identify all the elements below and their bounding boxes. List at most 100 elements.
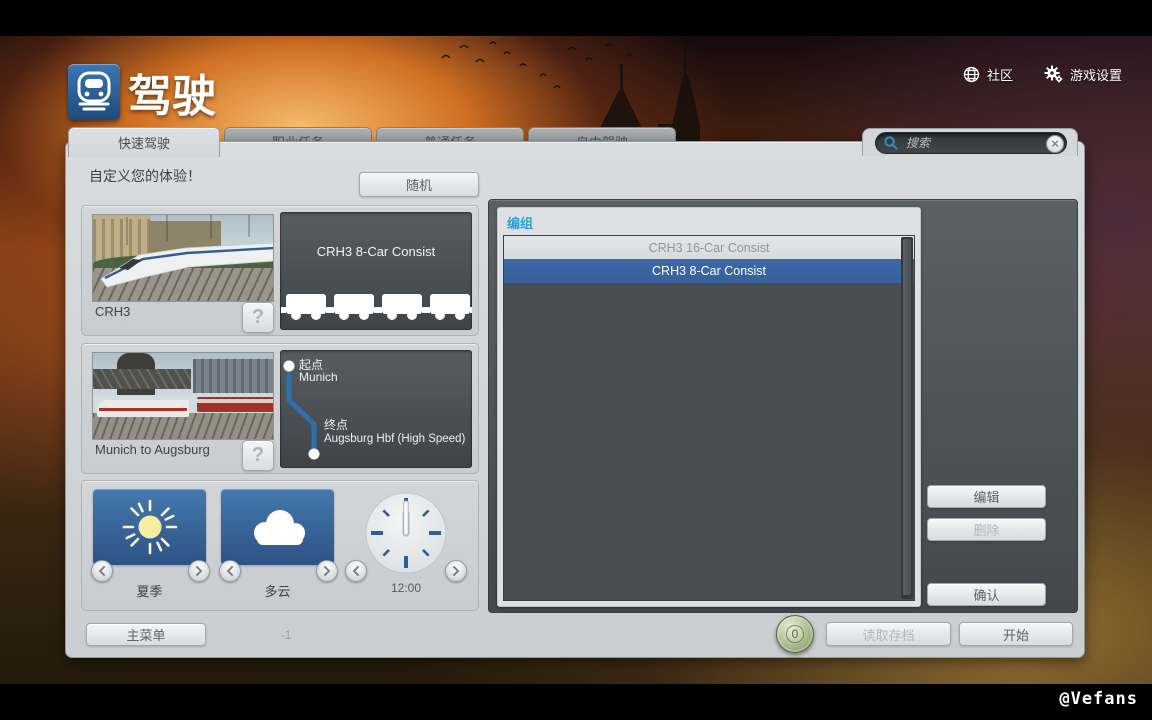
consist-name: CRH3 8-Car Consist <box>280 244 472 259</box>
consist-list-panel: 编组 CRH3 16-Car Consist CRH3 8-Car Consis… <box>497 207 921 607</box>
letterbox-bottom: @Vefans <box>0 684 1152 720</box>
season-next-button[interactable] <box>188 560 210 582</box>
list-item-label: CRH3 16-Car Consist <box>649 241 770 255</box>
photo-red-train-band <box>197 399 274 403</box>
weather-next-button[interactable] <box>316 560 338 582</box>
counter-value: -1 <box>256 628 316 642</box>
train-car-icon <box>430 294 470 326</box>
photo-detail <box>93 369 191 389</box>
consist-list-title: 编组 <box>507 213 533 232</box>
photo-detail <box>193 359 274 393</box>
weather-label: 多云 <box>221 581 334 600</box>
conditions-card: 夏季 多云 <box>81 480 479 611</box>
consist-preview-panel[interactable]: CRH3 8-Car Consist <box>280 212 472 330</box>
chevron-left-icon <box>98 566 106 576</box>
score-orb[interactable]: 0 <box>776 615 814 653</box>
photo-ice-stripe <box>99 408 187 411</box>
search-icon <box>884 136 898 150</box>
scrollbar-thumb[interactable] <box>903 239 911 595</box>
search-field-wrap: × <box>875 132 1067 154</box>
car-wheel <box>291 310 301 320</box>
customize-subtitle: 自定义您的体验！ <box>89 166 201 186</box>
list-item-label: CRH3 8-Car Consist <box>652 264 766 278</box>
route-name: Munich to Augsburg <box>95 442 210 457</box>
tab-quick-drive[interactable]: 快速驾驶 <box>68 127 220 157</box>
tab-label: 快速驾驶 <box>118 133 170 152</box>
route-card: Munich to Augsburg ? 起点 Munich 终点 Augsbu… <box>81 343 479 474</box>
random-button[interactable]: 随机 <box>359 172 479 197</box>
car-buffer <box>425 307 430 313</box>
search-box: × <box>862 128 1078 156</box>
route-end-value: Augsburg Hbf (High Speed) <box>324 433 465 445</box>
train-car-icon <box>382 294 422 326</box>
train-cars-icon <box>286 294 470 326</box>
train-photo[interactable] <box>92 214 274 302</box>
time-label: 12:00 <box>364 581 448 595</box>
analog-clock-icon <box>364 491 448 575</box>
season-tile[interactable] <box>93 489 206 565</box>
car-wheel <box>359 310 369 320</box>
car-wheel <box>311 310 321 320</box>
chevron-right-icon <box>452 566 460 576</box>
route-end-label: 终点 <box>324 416 348 433</box>
search-clear-button[interactable]: × <box>1046 135 1064 153</box>
weather-tile[interactable] <box>221 489 334 565</box>
confirm-consist-button[interactable]: 确认 <box>927 583 1046 606</box>
list-item-selected[interactable]: CRH3 8-Car Consist <box>504 259 914 283</box>
globe-icon <box>963 66 980 83</box>
consist-selection-panel: 编组 CRH3 16-Car Consist CRH3 8-Car Consis… <box>488 199 1078 613</box>
chevron-left-icon <box>226 566 234 576</box>
list-item[interactable]: CRH3 16-Car Consist <box>504 236 914 259</box>
season-label: 夏季 <box>93 581 206 600</box>
car-wheel <box>407 310 417 320</box>
letterbox-top <box>0 0 1152 36</box>
page-title: 驾驶 <box>128 60 216 124</box>
gear-icon <box>1044 65 1063 83</box>
main-menu-button[interactable]: 主菜单 <box>86 623 206 646</box>
car-wheel <box>339 310 349 320</box>
sun-icon <box>121 498 179 556</box>
car-wheel <box>455 310 465 320</box>
route-start-value: Munich <box>299 370 338 384</box>
scrollbar[interactable] <box>901 237 913 599</box>
time-clock[interactable] <box>364 491 448 575</box>
train-car-icon <box>334 294 374 326</box>
score-orb-value: 0 <box>786 625 805 643</box>
car-buffer <box>329 307 334 313</box>
community-label: 社区 <box>987 65 1013 84</box>
quick-drive-panel: 自定义您的体验！ 随机 CRH3 ? CRH3 8-Ca <box>65 141 1085 658</box>
train-consist-card: CRH3 ? CRH3 8-Car Consist <box>81 205 479 336</box>
route-preview-panel[interactable]: 起点 Munich 终点 Augsburg Hbf (High Speed) <box>280 350 472 468</box>
game-settings-label: 游戏设置 <box>1070 65 1122 84</box>
delete-consist-button[interactable]: 删除 <box>927 518 1046 541</box>
consist-list: CRH3 16-Car Consist CRH3 8-Car Consist <box>503 235 915 601</box>
chevron-right-icon <box>323 566 331 576</box>
chevron-left-icon <box>352 566 360 576</box>
chevron-right-icon <box>195 566 203 576</box>
car-buffer <box>377 307 382 313</box>
train-car-icon <box>286 294 326 326</box>
route-photo[interactable] <box>92 352 274 440</box>
edit-consist-button[interactable]: 编辑 <box>927 485 1046 508</box>
time-next-button[interactable] <box>445 560 467 582</box>
photo-train-shape <box>93 215 274 302</box>
car-wheel <box>387 310 397 320</box>
photo-detail <box>93 413 274 440</box>
watermark: @Vefans <box>1059 689 1138 709</box>
close-icon: × <box>1051 136 1059 151</box>
screen: 驾驶 社区 <box>0 0 1152 720</box>
weather-prev-button[interactable] <box>219 560 241 582</box>
season-prev-button[interactable] <box>91 560 113 582</box>
game-settings-link[interactable]: 游戏设置 <box>1044 64 1122 84</box>
community-link[interactable]: 社区 <box>963 64 1013 84</box>
car-buffer <box>281 307 286 313</box>
route-help-button[interactable]: ? <box>242 440 274 471</box>
cloud-icon <box>245 506 311 548</box>
train-front-icon <box>76 71 112 113</box>
train-help-button[interactable]: ? <box>242 302 274 333</box>
start-button[interactable]: 开始 <box>959 622 1073 646</box>
time-prev-button[interactable] <box>345 560 367 582</box>
car-buffer <box>470 307 472 313</box>
search-input[interactable] <box>904 135 1042 151</box>
load-save-button[interactable]: 读取存档 <box>826 622 951 646</box>
